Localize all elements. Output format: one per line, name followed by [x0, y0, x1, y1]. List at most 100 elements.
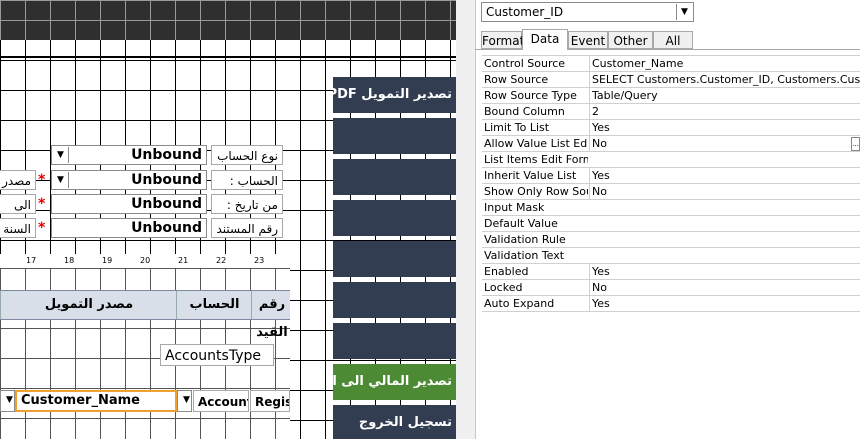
tab-all[interactable]: All: [653, 31, 693, 49]
account-textbox[interactable]: Account: [193, 390, 249, 412]
combo-value: Unbound: [131, 172, 202, 188]
doc-number-field[interactable]: Unbound: [51, 218, 207, 238]
form-header-section[interactable]: [0, 0, 456, 40]
horizontal-ruler: 17 18 19 20 21 22 23: [0, 254, 290, 269]
customer-name-combo[interactable]: Customer_Name: [15, 390, 177, 412]
account-combo[interactable]: ▼ Unbound: [51, 170, 207, 190]
tab-data[interactable]: Data: [522, 29, 568, 50]
from-date-field[interactable]: Unbound: [51, 194, 207, 214]
funding-source-label: مصدر: [0, 170, 36, 190]
ruler-tick-label: 22: [216, 256, 227, 265]
property-name: Row Source Type: [484, 89, 577, 102]
property-value[interactable]: Yes: [589, 120, 860, 135]
property-name: Default Value: [484, 217, 558, 230]
ruler-tick-label: 20: [140, 256, 151, 265]
account-type-combo[interactable]: ▼ Unbound: [51, 145, 207, 165]
chevron-down-icon[interactable]: ▼: [676, 4, 692, 20]
ruler-tick-label: 17: [26, 256, 37, 265]
subform-header: رقم القيد الحساب مصدر التمويل: [0, 290, 292, 340]
chevron-down-icon[interactable]: ▼: [53, 147, 69, 163]
property-row[interactable]: Locked No: [482, 280, 860, 296]
required-asterisk: *: [38, 196, 46, 212]
account-label: الحساب :: [211, 170, 283, 190]
form-design-canvas[interactable]: نوع الحساب : ▼ Unbound الحساب : ▼ Unboun…: [0, 0, 456, 439]
to-date-label: الى: [0, 194, 36, 214]
property-value[interactable]: 2: [589, 104, 860, 119]
property-name: Validation Text: [484, 249, 565, 262]
property-row[interactable]: Show Only Row Source ValuesNo: [482, 184, 860, 200]
property-row[interactable]: List Items Edit Form: [482, 152, 860, 168]
property-name: Enabled: [484, 265, 529, 278]
property-name: Allow Value List Edits: [484, 137, 588, 150]
property-value[interactable]: No: [589, 184, 860, 199]
control-selector-dropdown[interactable]: Customer_ID ▼: [481, 2, 694, 22]
property-row[interactable]: Row Source SELECT Customers.Customer_ID, …: [482, 72, 860, 88]
chevron-down-icon[interactable]: ▼: [53, 172, 69, 188]
ruler-tick-label: 19: [102, 256, 113, 265]
property-value[interactable]: SELECT Customers.Customer_ID, Customers.…: [589, 72, 860, 87]
export-excel-button[interactable]: تصدير المالي الى Excel: [333, 364, 456, 400]
property-name: Inherit Value List: [484, 169, 577, 182]
regist-textbox[interactable]: Regist: [250, 390, 290, 412]
property-row[interactable]: Enabled Yes: [482, 264, 860, 280]
property-row[interactable]: Validation Text: [482, 248, 860, 264]
property-grid: Control Source Customer_Name Row Source SE…: [482, 55, 860, 312]
nav-button-3[interactable]: [333, 159, 456, 195]
ruler-tick-label: 21: [178, 256, 189, 265]
property-value[interactable]: Yes: [589, 296, 860, 311]
nav-button-2[interactable]: [333, 118, 456, 154]
property-value[interactable]: No: [589, 280, 860, 295]
property-name: Input Mask: [484, 201, 545, 214]
tab-format[interactable]: Format: [481, 31, 524, 49]
property-row[interactable]: Row Source Type Table/Query: [482, 88, 860, 104]
property-row[interactable]: Limit To List Yes: [482, 120, 860, 136]
field-value: Unbound: [131, 220, 202, 236]
required-asterisk: *: [38, 172, 46, 188]
required-asterisk: *: [38, 220, 46, 236]
nav-button-6[interactable]: [333, 282, 456, 318]
doc-number-label: رقم المستند :: [211, 218, 283, 238]
property-value[interactable]: Yes: [589, 168, 860, 183]
property-name: Bound Column: [484, 105, 565, 118]
property-row[interactable]: Input Mask: [482, 200, 860, 216]
header-funding-source: مصدر التمويل: [0, 291, 177, 319]
nav-button-4[interactable]: [333, 200, 456, 236]
year-label: السنة ا: [0, 218, 36, 238]
nav-button-7[interactable]: [333, 323, 456, 359]
property-value[interactable]: Customer_Name: [589, 56, 860, 71]
field-value: Unbound: [131, 196, 202, 212]
property-row[interactable]: Bound Column 2: [482, 104, 860, 120]
property-value[interactable]: Table/Query: [589, 88, 860, 103]
customer-combo-arrow[interactable]: ▼: [177, 390, 192, 412]
from-date-label: من تاريخ :: [211, 194, 283, 214]
export-funding-pdf-button[interactable]: تصدير التمويل PDF: [333, 77, 456, 113]
account-type-label: نوع الحساب :: [211, 145, 283, 165]
property-row[interactable]: Inherit Value List Yes: [482, 168, 860, 184]
property-name: Validation Rule: [484, 233, 566, 246]
tab-event[interactable]: Event: [568, 31, 608, 49]
property-value[interactable]: No: [589, 136, 860, 151]
subform-combo-arrow[interactable]: ▼: [0, 390, 15, 412]
builder-button[interactable]: …: [851, 137, 860, 151]
property-row[interactable]: Default Value: [482, 216, 860, 232]
chevron-down-icon[interactable]: ▼: [179, 392, 194, 408]
property-name: Locked: [484, 281, 523, 294]
pane-splitter[interactable]: [456, 0, 475, 439]
selector-value: Customer_ID: [486, 5, 564, 19]
property-value[interactable]: Yes: [589, 264, 860, 279]
ruler-tick-label: 23: [254, 256, 265, 265]
section-divider: [0, 56, 456, 58]
property-row[interactable]: Auto Expand Yes: [482, 296, 860, 312]
property-row[interactable]: Allow Value List EditsNo…: [482, 136, 860, 152]
tab-other[interactable]: Other: [608, 31, 653, 49]
property-row[interactable]: Control Source Customer_Name: [482, 56, 860, 72]
nav-button-5[interactable]: [333, 241, 456, 277]
accounts-type-textbox[interactable]: AccountsType: [160, 344, 274, 366]
header-entry-number: رقم القيد: [251, 291, 292, 340]
logout-button[interactable]: تسجيل الخروج: [333, 405, 456, 439]
header-account: الحساب: [176, 291, 252, 319]
property-name: Auto Expand: [484, 297, 555, 310]
property-row[interactable]: Validation Rule: [482, 232, 860, 248]
property-name: Show Only Row Source Values: [484, 185, 588, 198]
ruler-tick-label: 18: [64, 256, 75, 265]
